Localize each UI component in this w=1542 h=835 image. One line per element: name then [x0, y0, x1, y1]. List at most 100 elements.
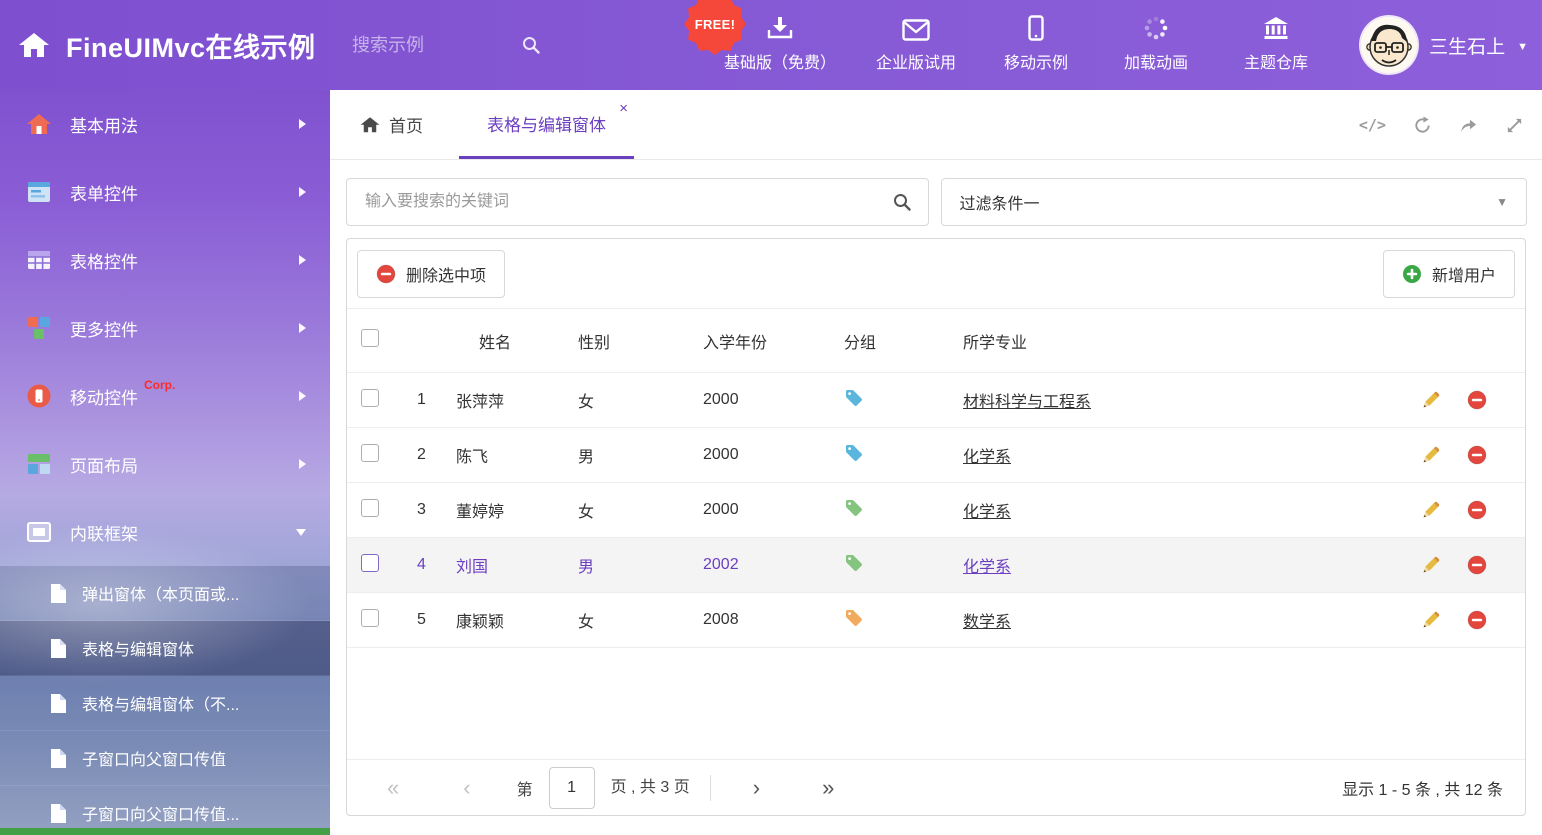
edit-icon[interactable]: [1421, 610, 1441, 630]
spinner-icon: [1143, 13, 1169, 41]
cell-name: 张萍萍: [447, 388, 572, 412]
last-page-button[interactable]: »: [822, 777, 834, 799]
select-all-checkbox[interactable]: [361, 329, 379, 347]
major-link[interactable]: 材料科学与工程系: [963, 394, 1091, 411]
row-number: 1: [403, 391, 447, 409]
page-suffix-label: 页 , 共 3 页: [611, 775, 711, 801]
source-code-icon[interactable]: </>: [1359, 116, 1386, 134]
chevron-right-icon: [299, 119, 306, 129]
pagination-bar: « ‹ 第 页 , 共 3 页 › » 显示 1 - 5 条 , 共 12 条: [347, 759, 1525, 815]
filter-row: 过滤条件一 ▼: [346, 178, 1527, 226]
nav-theme-repo[interactable]: 主题仓库: [1236, 13, 1316, 73]
sidebar-item-more-controls[interactable]: 更多控件: [0, 294, 330, 362]
cell-gender: 女: [572, 498, 697, 522]
mobile-icon: [1028, 13, 1044, 41]
home-icon: [26, 111, 54, 137]
sidebar-bottom-strip: [0, 828, 330, 835]
add-user-button[interactable]: 新增用户: [1383, 250, 1515, 298]
row-checkbox[interactable]: [361, 444, 379, 462]
sidebar-item-basic-usage[interactable]: 基本用法: [0, 90, 330, 158]
avatar[interactable]: [1361, 17, 1417, 73]
major-link[interactable]: 化学系: [963, 449, 1011, 466]
major-link[interactable]: 化学系: [963, 559, 1011, 576]
tab-grid-edit-window[interactable]: 表格与编辑窗体 ×: [459, 90, 634, 159]
header-nav: 基础版（免费） 企业版试用 移动示例 加载动画: [724, 13, 1316, 73]
sidebar-item-page-layout[interactable]: 页面布局: [0, 430, 330, 498]
keyword-search-box: [346, 178, 929, 226]
cell-year: 2000: [697, 446, 842, 464]
table-row-selected[interactable]: 4 刘国 男 2002 化学系: [347, 538, 1525, 593]
row-number: 5: [403, 611, 447, 629]
expand-icon[interactable]: [1505, 116, 1524, 135]
cell-year: 2000: [697, 501, 842, 519]
search-icon[interactable]: [892, 192, 912, 212]
nav-loading-animation[interactable]: 加载动画: [1116, 13, 1196, 73]
main-content: 首页 表格与编辑窗体 × </> 过滤条件一 ▼: [330, 90, 1542, 835]
next-page-button[interactable]: ›: [753, 777, 760, 799]
major-link[interactable]: 数学系: [963, 614, 1011, 631]
file-icon: [50, 693, 67, 714]
tab-home[interactable]: 首页: [346, 90, 437, 159]
chevron-right-icon: [299, 187, 306, 197]
table-row[interactable]: 3 董婷婷 女 2000 化学系: [347, 483, 1525, 538]
user-menu[interactable]: 三生石上 ▼: [1361, 0, 1528, 90]
nav-mobile-demo[interactable]: 移动示例: [996, 13, 1076, 73]
sidebar-subitem-child-to-parent[interactable]: 子窗口向父窗口传值: [0, 731, 330, 786]
delete-selected-button[interactable]: 删除选中项: [357, 250, 505, 298]
delete-icon[interactable]: [1467, 390, 1487, 410]
page-number-input[interactable]: [549, 767, 595, 809]
column-header-gender: 性别: [572, 329, 697, 353]
column-header-year: 入学年份: [697, 329, 842, 353]
delete-icon[interactable]: [1467, 445, 1487, 465]
nav-enterprise-trial[interactable]: 企业版试用: [876, 13, 956, 73]
share-icon[interactable]: [1459, 116, 1478, 135]
cell-gender: 女: [572, 388, 697, 412]
edit-icon[interactable]: [1421, 500, 1441, 520]
table-row[interactable]: 1 张萍萍 女 2000 材料科学与工程系: [347, 373, 1525, 428]
row-checkbox[interactable]: [361, 499, 379, 517]
refresh-icon[interactable]: [1413, 116, 1432, 135]
edit-icon[interactable]: [1421, 555, 1441, 575]
chevron-right-icon: [299, 391, 306, 401]
cell-name: 刘国: [447, 553, 572, 577]
table-row[interactable]: 2 陈飞 男 2000 化学系: [347, 428, 1525, 483]
first-page-button[interactable]: «: [387, 777, 399, 799]
row-number: 4: [403, 556, 447, 574]
delete-icon[interactable]: [1467, 555, 1487, 575]
row-checkbox[interactable]: [361, 389, 379, 407]
row-checkbox[interactable]: [361, 609, 379, 627]
cell-year: 2000: [697, 391, 842, 409]
prev-page-button[interactable]: ‹: [463, 777, 470, 799]
delete-icon[interactable]: [1467, 500, 1487, 520]
edit-icon[interactable]: [1421, 445, 1441, 465]
search-icon[interactable]: [521, 35, 541, 55]
chevron-down-icon: ▼: [1496, 195, 1508, 209]
file-icon: [50, 748, 67, 769]
table-row[interactable]: 5 康颖颖 女 2008 数学系: [347, 593, 1525, 648]
filter-dropdown[interactable]: 过滤条件一 ▼: [941, 178, 1528, 226]
sidebar-subitem-grid-edit-window-2[interactable]: 表格与编辑窗体（不...: [0, 676, 330, 731]
sidebar-item-table-controls[interactable]: 表格控件: [0, 226, 330, 294]
edit-icon[interactable]: [1421, 390, 1441, 410]
sidebar-subitem-popup-window[interactable]: 弹出窗体（本页面或...: [0, 566, 330, 621]
corp-badge: Corp.: [144, 378, 175, 392]
row-checkbox[interactable]: [361, 554, 379, 572]
home-logo-icon[interactable]: [18, 31, 50, 59]
sidebar-item-mobile-controls[interactable]: 移动控件 Corp.: [0, 362, 330, 430]
close-icon[interactable]: ×: [619, 101, 628, 116]
major-link[interactable]: 化学系: [963, 504, 1011, 521]
grid-toolbar: 删除选中项 新增用户: [347, 239, 1525, 309]
sidebar-item-inline-frame[interactable]: 内联框架: [0, 498, 330, 566]
sidebar-item-form-controls[interactable]: 表单控件: [0, 158, 330, 226]
blocks-icon: [26, 315, 54, 341]
cell-name: 陈飞: [447, 443, 572, 467]
nav-basic-free[interactable]: 基础版（免费）: [724, 13, 836, 73]
header-search-input[interactable]: [350, 34, 509, 57]
nav-label: 移动示例: [1004, 49, 1068, 73]
sidebar-subitem-grid-edit-window[interactable]: 表格与编辑窗体: [0, 621, 330, 676]
cell-year: 2002: [697, 556, 842, 574]
keyword-search-input[interactable]: [363, 192, 892, 212]
download-icon: [767, 13, 793, 41]
column-header-name: 姓名: [447, 329, 572, 353]
delete-icon[interactable]: [1467, 610, 1487, 630]
